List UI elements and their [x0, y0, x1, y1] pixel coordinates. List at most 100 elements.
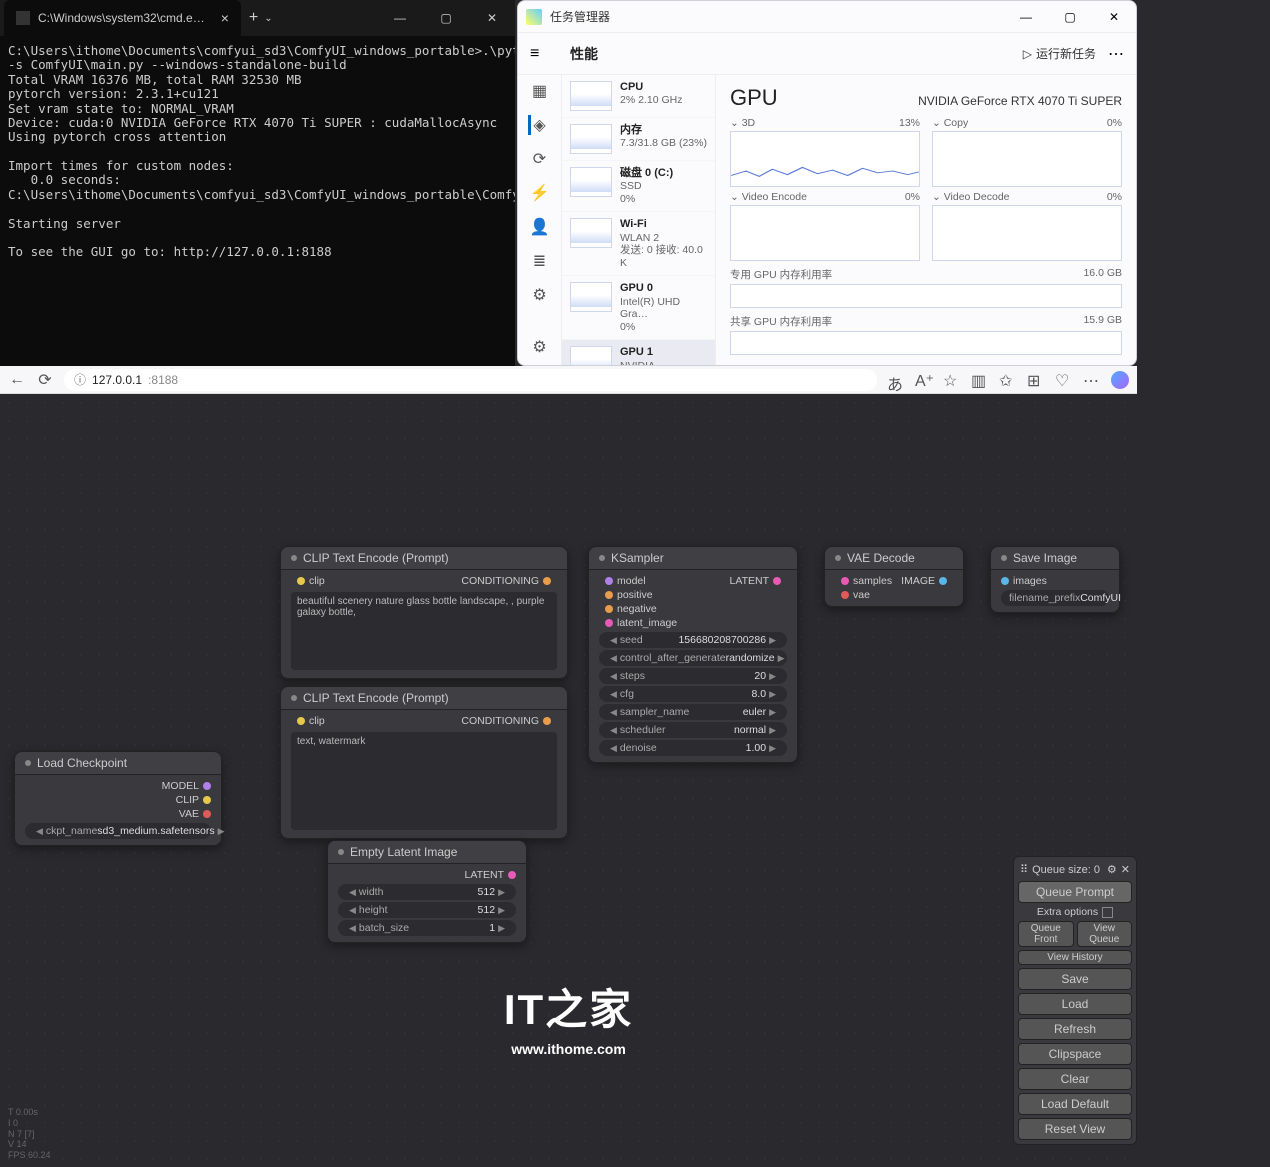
- addfav-icon[interactable]: ✩: [999, 371, 1017, 389]
- maximize-button[interactable]: ▢: [1048, 1, 1092, 33]
- perf-item-gpu0[interactable]: GPU 0Intel(R) UHD Gra… 0%: [562, 276, 715, 340]
- terminal-output[interactable]: C:\Users\ithome\Documents\comfyui_sd3\Co…: [0, 36, 515, 366]
- minimize-button[interactable]: —: [377, 0, 423, 36]
- widget-sampler-name[interactable]: ◀sampler_nameeuler▶: [599, 704, 787, 720]
- terminal-tab[interactable]: C:\Windows\system32\cmd.e… ×: [4, 0, 241, 36]
- chart-vdec[interactable]: ⌄ Video Decode0%: [932, 191, 1122, 261]
- node-clip-encode-negative[interactable]: CLIP Text Encode (Prompt) clip CONDITION…: [280, 686, 568, 839]
- sidebar-performance-icon[interactable]: ◈: [528, 115, 548, 135]
- perf-item-disk[interactable]: 磁盘 0 (C:)SSD 0%: [562, 161, 715, 212]
- widget-seed[interactable]: ◀seed156680208700286▶: [599, 632, 787, 648]
- prompt-textarea[interactable]: beautiful scenery nature glass bottle la…: [291, 592, 557, 670]
- heart-icon[interactable]: ♡: [1055, 371, 1073, 389]
- slot-conditioning-out[interactable]: CONDITIONING: [461, 715, 539, 727]
- node-save-image[interactable]: Save Image images filename_prefixComfyUI: [990, 546, 1120, 613]
- widget-control-after-generate[interactable]: ◀control_after_generaterandomize▶: [599, 650, 787, 666]
- node-empty-latent[interactable]: Empty Latent Image LATENT ◀width512▶ ◀he…: [327, 840, 527, 943]
- slot-conditioning-out[interactable]: CONDITIONING: [461, 575, 539, 587]
- run-new-task-button[interactable]: ▷ 运行新任务: [1023, 45, 1096, 62]
- back-icon[interactable]: ←: [8, 371, 26, 389]
- close-icon[interactable]: ×: [221, 10, 229, 26]
- slot-vae-in[interactable]: vae: [853, 589, 870, 601]
- perf-item-cpu[interactable]: CPU2% 2.10 GHz: [562, 75, 715, 118]
- extensions-icon[interactable]: ⊞: [1027, 371, 1045, 389]
- widget-filename-prefix[interactable]: filename_prefixComfyUI: [1001, 590, 1109, 606]
- perf-item-memory[interactable]: 内存7.3/31.8 GB (23%): [562, 118, 715, 161]
- perf-item-wifi[interactable]: Wi-FiWLAN 2 发送: 0 接收: 40.0 K: [562, 212, 715, 276]
- view-history-button[interactable]: View History: [1018, 950, 1132, 965]
- save-button[interactable]: Save: [1018, 968, 1132, 990]
- slot-samples-in[interactable]: samples: [853, 575, 892, 587]
- url-bar[interactable]: ⓘ 127.0.0.1:8188: [64, 369, 877, 391]
- gear-icon[interactable]: ⚙: [1107, 863, 1117, 876]
- widget-scheduler[interactable]: ◀schedulernormal▶: [599, 722, 787, 738]
- queue-panel[interactable]: ⠿ Queue size: 0 ⚙ ✕ Queue Prompt Extra opti…: [1013, 856, 1137, 1145]
- widget-cfg[interactable]: ◀cfg8.0▶: [599, 686, 787, 702]
- slot-latent-out[interactable]: LATENT: [730, 575, 769, 587]
- view-queue-button[interactable]: View Queue: [1077, 921, 1133, 947]
- widget-denoise[interactable]: ◀denoise1.00▶: [599, 740, 787, 756]
- load-default-button[interactable]: Load Default: [1018, 1093, 1132, 1115]
- more-icon[interactable]: ⋯: [1083, 371, 1101, 389]
- widget-width[interactable]: ◀width512▶: [338, 884, 516, 900]
- reset-view-button[interactable]: Reset View: [1018, 1118, 1132, 1140]
- read-aloud-icon[interactable]: A⁺: [915, 371, 933, 389]
- slot-vae[interactable]: VAE: [179, 808, 199, 820]
- slot-clip-in[interactable]: clip: [309, 715, 325, 727]
- sidebar-services-icon[interactable]: ⚙: [530, 285, 550, 305]
- widget-ckpt-name[interactable]: ◀ckpt_namesd3_medium.safetensors▶: [25, 823, 211, 839]
- more-icon[interactable]: ⋯: [1108, 44, 1124, 64]
- node-clip-encode-positive[interactable]: CLIP Text Encode (Prompt) clip CONDITION…: [280, 546, 568, 679]
- copilot-icon[interactable]: [1111, 371, 1129, 389]
- node-vae-decode[interactable]: VAE Decode samples vae IMAGE: [824, 546, 964, 607]
- clear-button[interactable]: Clear: [1018, 1068, 1132, 1090]
- load-button[interactable]: Load: [1018, 993, 1132, 1015]
- hamburger-icon[interactable]: ≡: [530, 45, 554, 63]
- extra-options-checkbox[interactable]: Extra options: [1018, 906, 1132, 918]
- slot-latent-out[interactable]: LATENT: [465, 869, 504, 881]
- slot-clip-in[interactable]: clip: [309, 575, 325, 587]
- sidebar-startup-icon[interactable]: ⚡: [530, 183, 550, 203]
- queue-front-button[interactable]: Queue Front: [1018, 921, 1074, 947]
- close-icon[interactable]: ✕: [1121, 863, 1130, 876]
- new-tab-button[interactable]: +: [249, 9, 258, 27]
- sidebar-details-icon[interactable]: ≣: [530, 251, 550, 271]
- widget-steps[interactable]: ◀steps20▶: [599, 668, 787, 684]
- slot-latent-in[interactable]: latent_image: [617, 617, 677, 629]
- slot-images-in[interactable]: images: [1013, 575, 1047, 587]
- prompt-textarea[interactable]: text, watermark: [291, 732, 557, 830]
- queue-prompt-button[interactable]: Queue Prompt: [1018, 881, 1132, 903]
- sidebar-history-icon[interactable]: ⟳: [530, 149, 550, 169]
- chart-copy[interactable]: ⌄ Copy0%: [932, 117, 1122, 187]
- clipspace-button[interactable]: Clipspace: [1018, 1043, 1132, 1065]
- collections-icon[interactable]: ▥: [971, 371, 989, 389]
- perf-item-gpu1[interactable]: GPU 1NVIDIA GeForce… 13% (47 °C): [562, 340, 715, 365]
- translate-icon[interactable]: あ: [887, 371, 905, 389]
- refresh-button[interactable]: Refresh: [1018, 1018, 1132, 1040]
- sidebar-users-icon[interactable]: 👤: [530, 217, 550, 237]
- slot-model[interactable]: MODEL: [162, 780, 199, 792]
- comfyui-canvas[interactable]: Load Checkpoint MODEL CLIP VAE ◀ckpt_nam…: [0, 394, 1137, 1167]
- node-ksampler[interactable]: KSampler model positive negative latent_…: [588, 546, 798, 763]
- chart-venc[interactable]: ⌄ Video Encode0%: [730, 191, 920, 261]
- slot-negative-in[interactable]: negative: [617, 603, 657, 615]
- widget-batch-size[interactable]: ◀batch_size1▶: [338, 920, 516, 936]
- close-button[interactable]: ✕: [1092, 1, 1136, 33]
- node-load-checkpoint[interactable]: Load Checkpoint MODEL CLIP VAE ◀ckpt_nam…: [14, 751, 222, 846]
- refresh-icon[interactable]: ⟳: [36, 371, 54, 389]
- tab-dropdown-icon[interactable]: ⌄: [264, 13, 272, 24]
- slot-clip[interactable]: CLIP: [176, 794, 199, 806]
- slot-model-in[interactable]: model: [617, 575, 646, 587]
- slot-image-out[interactable]: IMAGE: [901, 575, 935, 587]
- close-button[interactable]: ✕: [469, 0, 515, 36]
- sidebar-processes-icon[interactable]: ▦: [530, 81, 550, 101]
- maximize-button[interactable]: ▢: [423, 0, 469, 36]
- chart-3d[interactable]: ⌄ 3D13%: [730, 117, 920, 187]
- minimize-button[interactable]: —: [1004, 1, 1048, 33]
- favorite-icon[interactable]: ☆: [943, 371, 961, 389]
- sidebar-settings-icon[interactable]: ⚙: [530, 337, 550, 357]
- drag-handle-icon[interactable]: ⠿: [1020, 863, 1028, 876]
- queue-size-label: Queue size: 0: [1032, 864, 1100, 876]
- slot-positive-in[interactable]: positive: [617, 589, 653, 601]
- widget-height[interactable]: ◀height512▶: [338, 902, 516, 918]
